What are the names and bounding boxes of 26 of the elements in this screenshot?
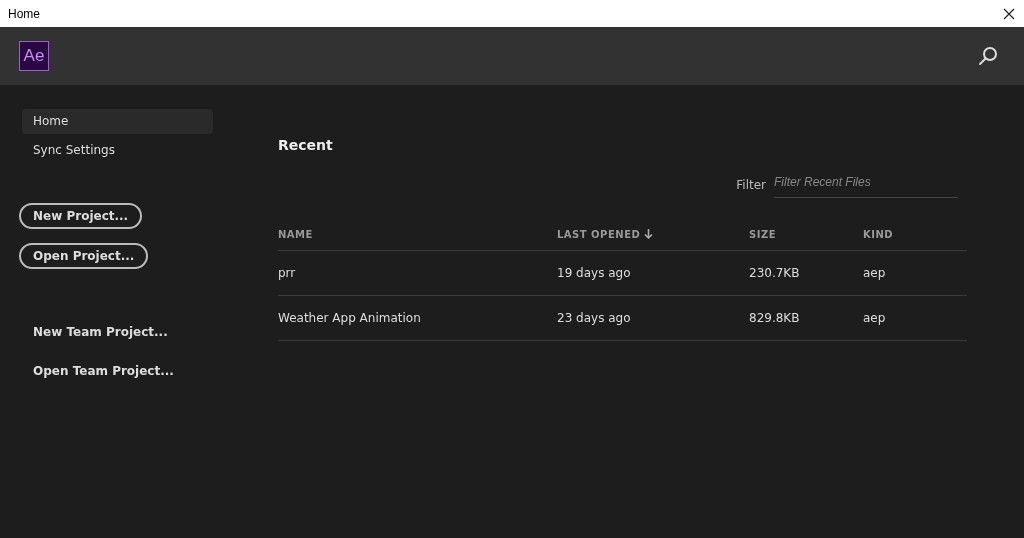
column-header[interactable]: KIND [863, 228, 967, 240]
team-project-link[interactable]: New Team Project... [33, 325, 168, 339]
team-project-link[interactable]: Open Team Project... [33, 364, 174, 378]
search-icon[interactable] [978, 46, 998, 66]
close-icon[interactable] [1003, 7, 1015, 20]
app-logo: Ae [19, 41, 49, 71]
sidebar-item[interactable]: Home [22, 109, 213, 134]
table-cell-text: Weather App Animation [278, 311, 422, 325]
table-cell-text: 230.7KB [749, 266, 801, 280]
table-cell-text: 23 days ago [557, 311, 632, 325]
project-button[interactable]: New Project... [19, 203, 143, 229]
project-button[interactable]: Open Project... [19, 243, 149, 269]
section-title: Recent [278, 137, 334, 153]
table-cell-text: 829.8KB [749, 311, 801, 325]
filter-field[interactable]: Filter Recent Files [774, 171, 958, 198]
table-cell-text: 19 days ago [557, 266, 632, 280]
column-header[interactable]: SIZE [749, 228, 863, 240]
column-header[interactable]: LAST OPENED [557, 228, 749, 240]
window-title: Home [8, 6, 40, 21]
table-cell-text: prr [278, 266, 297, 280]
column-header[interactable]: NAME [278, 228, 557, 240]
table-cell-text: aep [863, 266, 887, 280]
table-cell-text: aep [863, 311, 887, 325]
filter-label: Filter [736, 177, 766, 192]
sort-arrow-icon [644, 229, 654, 239]
sidebar-item[interactable]: Sync Settings [22, 138, 213, 163]
